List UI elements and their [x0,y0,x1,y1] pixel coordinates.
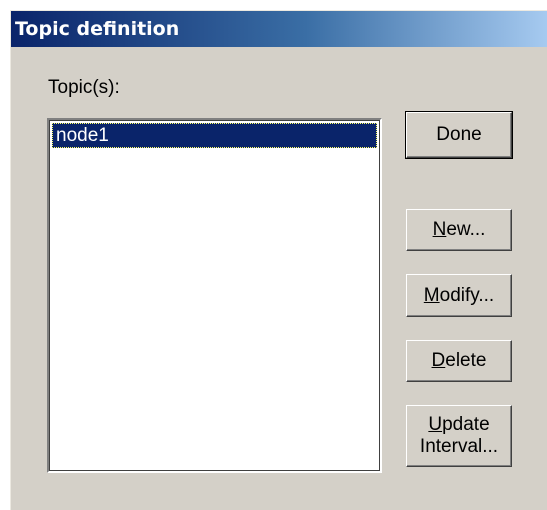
delete-button-label: Delete [431,350,487,371]
update-interval-button-label: Update Interval... [419,414,499,457]
update-interval-button[interactable]: Update Interval... [406,405,512,467]
new-button-label: New... [432,219,486,240]
list-item-node1[interactable]: node1 [52,123,377,148]
dialog-title: Topic definition [11,11,547,47]
modify-button[interactable]: Modify... [406,274,512,317]
topics-label: Topic(s): [48,77,120,98]
done-button-label: Done [436,124,482,145]
topics-listbox[interactable]: node1 [47,118,382,473]
modify-button-label: Modify... [423,284,495,306]
done-button[interactable]: Done [405,111,513,159]
delete-button[interactable]: Delete [406,340,512,382]
topic-definition-dialog: Topic definition Topic(s): node1 Done Ne… [10,10,547,510]
new-button[interactable]: New... [406,209,512,251]
